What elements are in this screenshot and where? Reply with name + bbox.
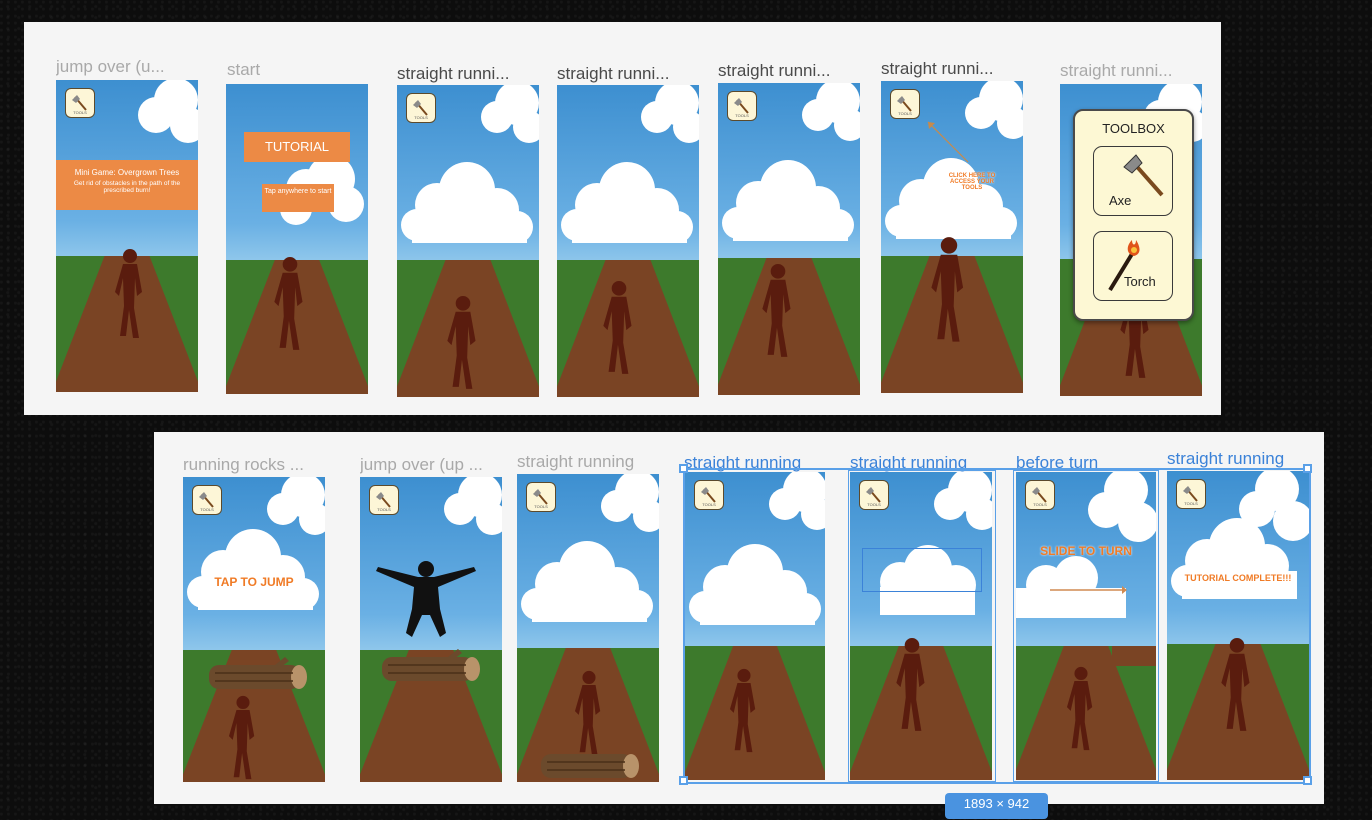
mini-game-title: Mini Game: Overgrown Trees — [74, 168, 180, 177]
tools-button[interactable]: TOOLS — [727, 91, 757, 121]
frame-label[interactable]: straight runni... — [1060, 61, 1205, 81]
toolbox-title: TOOLBOX — [1102, 121, 1165, 136]
runner-silhouette — [603, 281, 632, 374]
tutorial-button[interactable]: TUTORIAL — [244, 132, 350, 162]
log-obstacle — [541, 754, 639, 778]
click-tools-hint: CLICK HERE TO ACCESS YOUR TOOLS — [948, 173, 996, 191]
cloud — [641, 85, 699, 143]
runner-silhouette — [274, 257, 303, 350]
cloud — [722, 160, 854, 241]
tool-torch[interactable]: Torch — [1093, 231, 1173, 301]
runner-silhouette — [447, 296, 476, 389]
resize-handle-top-left[interactable] — [679, 464, 688, 473]
tool-name: Axe — [1109, 193, 1132, 208]
cloud — [601, 474, 659, 532]
mini-game-banner: Mini Game: Overgrown Trees Get rid of ob… — [56, 160, 198, 210]
cloud — [521, 541, 653, 622]
game-frame[interactable]: TOOLS TAP TO JUMP — [183, 477, 325, 782]
tools-button-label: TOOLS — [377, 507, 391, 512]
tools-button-label: TOOLS — [200, 507, 214, 512]
runner-silhouette — [574, 670, 601, 755]
game-frame[interactable]: TOOLS CLICK HERE TO ACCESS YOUR TOOLS — [881, 81, 1023, 393]
mini-game-desc: Get rid of obstacles in the path of the … — [73, 180, 181, 194]
game-frame[interactable] — [557, 85, 699, 397]
frame-label[interactable]: jump over (up ... — [360, 455, 500, 475]
tools-button-label: TOOLS — [534, 504, 548, 509]
cloud — [138, 80, 198, 143]
tools-button[interactable]: TOOLS — [890, 89, 920, 119]
resize-handle-bottom-left[interactable] — [679, 776, 688, 785]
tool-axe[interactable]: Axe — [1093, 146, 1173, 216]
selection-size-badge: 1893 × 942 — [945, 793, 1048, 819]
frame-label[interactable]: running rocks ... — [183, 455, 323, 475]
frame-label[interactable]: straight running — [1167, 449, 1307, 469]
tap-anywhere-hint: Tap anywhere to start — [262, 184, 334, 212]
game-frame[interactable]: TOOLS — [397, 85, 539, 397]
tools-button[interactable]: TOOLS — [369, 485, 399, 515]
toolbox-popup: TOOLBOX Axe Torch — [1073, 109, 1194, 321]
runner-silhouette — [115, 249, 142, 338]
game-frame[interactable]: TOOLS Mini Game: Overgrown Trees Get rid… — [56, 80, 198, 392]
game-frame[interactable]: TOOLS — [718, 83, 860, 395]
log-obstacle — [382, 649, 480, 681]
tools-button-label: TOOLS — [735, 113, 749, 118]
tools-button-label: TOOLS — [898, 111, 912, 116]
log-obstacle — [209, 657, 307, 689]
tools-button[interactable]: TOOLS — [406, 93, 436, 123]
game-frame[interactable]: TOOLS — [517, 474, 659, 782]
runner-silhouette — [931, 237, 964, 342]
frame-label[interactable]: straight runni... — [557, 64, 702, 84]
frame-label[interactable]: straight running — [517, 452, 657, 472]
jumper-silhouette — [376, 561, 476, 637]
game-frame[interactable]: TUTORIAL Tap anywhere to start — [226, 84, 368, 394]
tools-button[interactable]: TOOLS — [65, 88, 95, 118]
cloud — [444, 477, 502, 535]
cloud — [187, 529, 319, 610]
game-frame[interactable]: TOOLS — [360, 477, 502, 782]
cloud — [561, 162, 693, 243]
resize-handle-top-right[interactable] — [1303, 464, 1312, 473]
tools-button-label: TOOLS — [73, 110, 87, 115]
selection-frame-group[interactable] — [683, 468, 1311, 784]
cloud — [481, 85, 539, 143]
game-frame[interactable]: TOOLBOX Axe Torch — [1060, 84, 1202, 396]
tools-button-label: TOOLS — [414, 115, 428, 120]
frame-label[interactable]: start — [227, 60, 357, 80]
selection-frame-outline — [1013, 470, 1159, 782]
selection-frame-outline — [848, 470, 996, 782]
tools-button[interactable]: TOOLS — [526, 482, 556, 512]
cloud — [802, 83, 860, 141]
hint-arrow — [927, 121, 969, 163]
top-canvas-board: jump over (u... start straight runni... … — [24, 22, 1221, 415]
tools-button[interactable]: TOOLS — [192, 485, 222, 515]
cloud — [401, 162, 533, 243]
tool-name: Torch — [1124, 274, 1156, 289]
frame-label[interactable]: straight runni... — [718, 61, 863, 81]
frame-label[interactable]: straight runni... — [397, 64, 542, 84]
frame-label[interactable]: straight runni... — [881, 59, 1026, 79]
runner-silhouette — [762, 264, 791, 357]
frame-label[interactable]: jump over (u... — [56, 57, 186, 77]
resize-handle-bottom-right[interactable] — [1303, 776, 1312, 785]
runner-silhouette — [228, 695, 255, 780]
tap-to-jump-text: TAP TO JUMP — [214, 575, 294, 589]
